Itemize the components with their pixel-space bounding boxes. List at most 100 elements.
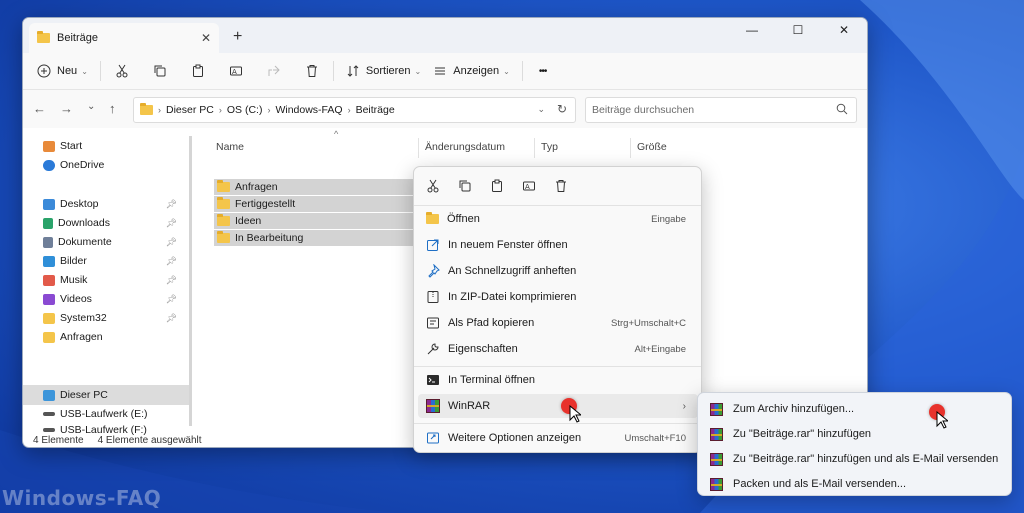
refresh-icon[interactable]: ↻	[557, 102, 567, 116]
menu-item-winrar[interactable]: WinRAR ›	[418, 394, 698, 418]
usb-drive-icon	[43, 428, 55, 432]
pin-icon[interactable]: 📌︎	[166, 218, 177, 229]
rename-icon[interactable]: A	[522, 179, 536, 193]
sidebar-item-downloads[interactable]: Downloads 📌︎	[23, 213, 189, 233]
view-button[interactable]: Anzeigen ⌄	[433, 64, 510, 78]
delete-icon[interactable]	[305, 64, 319, 78]
paste-icon[interactable]	[490, 179, 504, 193]
sort-button-label: Sortieren	[365, 65, 411, 77]
sidebar-item-start[interactable]: Start	[23, 136, 189, 156]
pin-icon[interactable]: 📌︎	[166, 237, 177, 248]
menu-item-open[interactable]: Öffnen Eingabe	[418, 207, 698, 231]
sidebar-scrollbar[interactable]	[189, 136, 192, 426]
pin-icon[interactable]: 📌︎	[166, 199, 177, 210]
menu-item-label: Eigenschaften	[448, 343, 518, 355]
menu-item-properties[interactable]: Eigenschaften Alt+Eingabe	[418, 337, 698, 361]
menu-item-label: Packen und als E-Mail versenden...	[733, 478, 907, 490]
tab-beitraege[interactable]: Beiträge ✕	[29, 23, 219, 53]
menu-item-label: Zum Archiv hinzufügen...	[733, 403, 855, 415]
close-window-button[interactable]: ✕	[821, 18, 867, 44]
folder-icon	[217, 214, 230, 226]
menu-item-open-terminal[interactable]: In Terminal öffnen	[418, 368, 698, 392]
delete-icon[interactable]	[554, 179, 568, 193]
up-arrow-icon[interactable]: ↑	[109, 101, 116, 116]
pin-icon[interactable]: 📌︎	[166, 294, 177, 305]
breadcrumb-this-pc[interactable]: Dieser PC	[166, 104, 214, 116]
minimize-button[interactable]: —	[729, 18, 775, 44]
tab-close-icon[interactable]: ✕	[201, 31, 211, 45]
column-divider	[418, 138, 419, 158]
copy-icon[interactable]	[458, 179, 472, 193]
search-input[interactable]: Beiträge durchsuchen	[585, 97, 857, 123]
sidebar-item-onedrive[interactable]: OneDrive	[23, 155, 189, 175]
rename-icon[interactable]: A	[229, 64, 243, 78]
sort-button[interactable]: Sortieren ⌄	[346, 64, 421, 78]
menu-item-open-new-window[interactable]: In neuem Fenster öffnen	[418, 233, 698, 257]
file-name: Fertiggestellt	[235, 198, 296, 210]
breadcrumb-separator: ›	[218, 105, 222, 115]
home-icon	[43, 140, 55, 152]
paste-icon[interactable]	[191, 64, 205, 78]
column-header-name[interactable]: Name	[216, 141, 244, 153]
pin-icon[interactable]: 📌︎	[166, 275, 177, 286]
breadcrumb-separator: ›	[347, 105, 351, 115]
sidebar-item-musik[interactable]: Musik 📌︎	[23, 270, 189, 290]
status-bar: 4 Elemente 4 Elemente ausgewählt	[33, 435, 216, 446]
menu-item-add-and-email[interactable]: Zu "Beiträge.rar" hinzufügen und als E-M…	[702, 447, 1008, 471]
pin-icon[interactable]: 📌︎	[166, 256, 177, 267]
address-bar-row: ← → ⌄ ↑ › Dieser PC › OS (C:) › Windows-…	[23, 90, 867, 128]
more-options-icon	[427, 432, 439, 444]
svg-text:A: A	[525, 183, 530, 191]
breadcrumb-beitraege[interactable]: Beiträge	[356, 104, 395, 116]
column-header-type[interactable]: Typ	[541, 141, 558, 153]
cut-icon[interactable]	[426, 179, 440, 193]
new-button[interactable]: Neu ⌄	[37, 64, 88, 78]
menu-item-compress-zip[interactable]: In ZIP-Datei komprimieren	[418, 285, 698, 309]
sidebar-item-system32[interactable]: System32 📌︎	[23, 308, 189, 328]
cut-icon[interactable]	[115, 64, 129, 78]
menu-shortcut: Strg+Umschalt+C	[611, 317, 686, 329]
back-arrow-icon[interactable]: ←	[33, 101, 46, 116]
menu-item-pin-quick-access[interactable]: An Schnellzugriff anheften	[418, 259, 698, 283]
menu-item-add-to-archive[interactable]: Zum Archiv hinzufügen...	[702, 397, 1008, 421]
sidebar-item-this-pc[interactable]: Dieser PC	[23, 385, 189, 405]
window-controls: — ☐ ✕	[729, 18, 867, 44]
menu-item-copy-path[interactable]: Als Pfad kopieren Strg+Umschalt+C	[418, 311, 698, 335]
plus-circle-icon	[37, 64, 51, 78]
sidebar-item-desktop[interactable]: Desktop 📌︎	[23, 194, 189, 214]
copy-icon[interactable]	[153, 64, 167, 78]
maximize-button[interactable]: ☐	[775, 18, 821, 44]
menu-item-label: In neuem Fenster öffnen	[448, 239, 568, 251]
column-divider	[630, 138, 631, 158]
breadcrumb-separator: ›	[267, 105, 271, 115]
share-icon[interactable]	[267, 64, 281, 78]
new-tab-button[interactable]: +	[233, 28, 242, 46]
sidebar-item-videos[interactable]: Videos 📌︎	[23, 289, 189, 309]
folder-icon	[43, 312, 55, 324]
forward-arrow-icon[interactable]: →	[60, 101, 73, 116]
address-dropdown-icon[interactable]: ⌄	[537, 104, 545, 115]
column-header-size[interactable]: Größe	[637, 141, 667, 153]
sidebar-item-label: USB-Laufwerk (E:)	[60, 408, 148, 420]
sidebar-item-dokumente[interactable]: Dokumente 📌︎	[23, 232, 189, 252]
menu-item-pack-and-email[interactable]: Packen und als E-Mail versenden...	[702, 472, 1008, 496]
breadcrumb-windows-faq[interactable]: Windows-FAQ	[275, 104, 342, 116]
menu-item-label: Öffnen	[447, 213, 480, 225]
column-header-date[interactable]: Änderungsdatum	[425, 141, 505, 153]
copy-path-icon	[427, 317, 439, 329]
sidebar-item-anfragen[interactable]: Anfragen	[23, 327, 189, 347]
usb-drive-icon	[43, 412, 55, 416]
recent-chevron-icon[interactable]: ⌄	[87, 101, 95, 112]
breadcrumb-os-c[interactable]: OS (C:)	[227, 104, 263, 116]
toolbar-divider	[99, 61, 101, 81]
sidebar-item-label: Bilder	[60, 255, 87, 267]
sidebar-item-label: Desktop	[60, 198, 99, 210]
sidebar-item-bilder[interactable]: Bilder 📌︎	[23, 251, 189, 271]
address-box[interactable]: › Dieser PC › OS (C:) › Windows-FAQ › Be…	[133, 97, 576, 123]
menu-item-add-to-beitraege-rar[interactable]: Zu "Beiträge.rar" hinzufügen	[702, 422, 1008, 446]
menu-item-more-options[interactable]: Weitere Optionen anzeigen Umschalt+F10	[418, 426, 698, 450]
sidebar-item-label: System32	[60, 312, 107, 324]
pin-icon[interactable]: 📌︎	[166, 313, 177, 324]
more-options-button[interactable]: •••	[539, 66, 547, 77]
sidebar-item-usb-e[interactable]: USB-Laufwerk (E:)	[23, 404, 189, 424]
